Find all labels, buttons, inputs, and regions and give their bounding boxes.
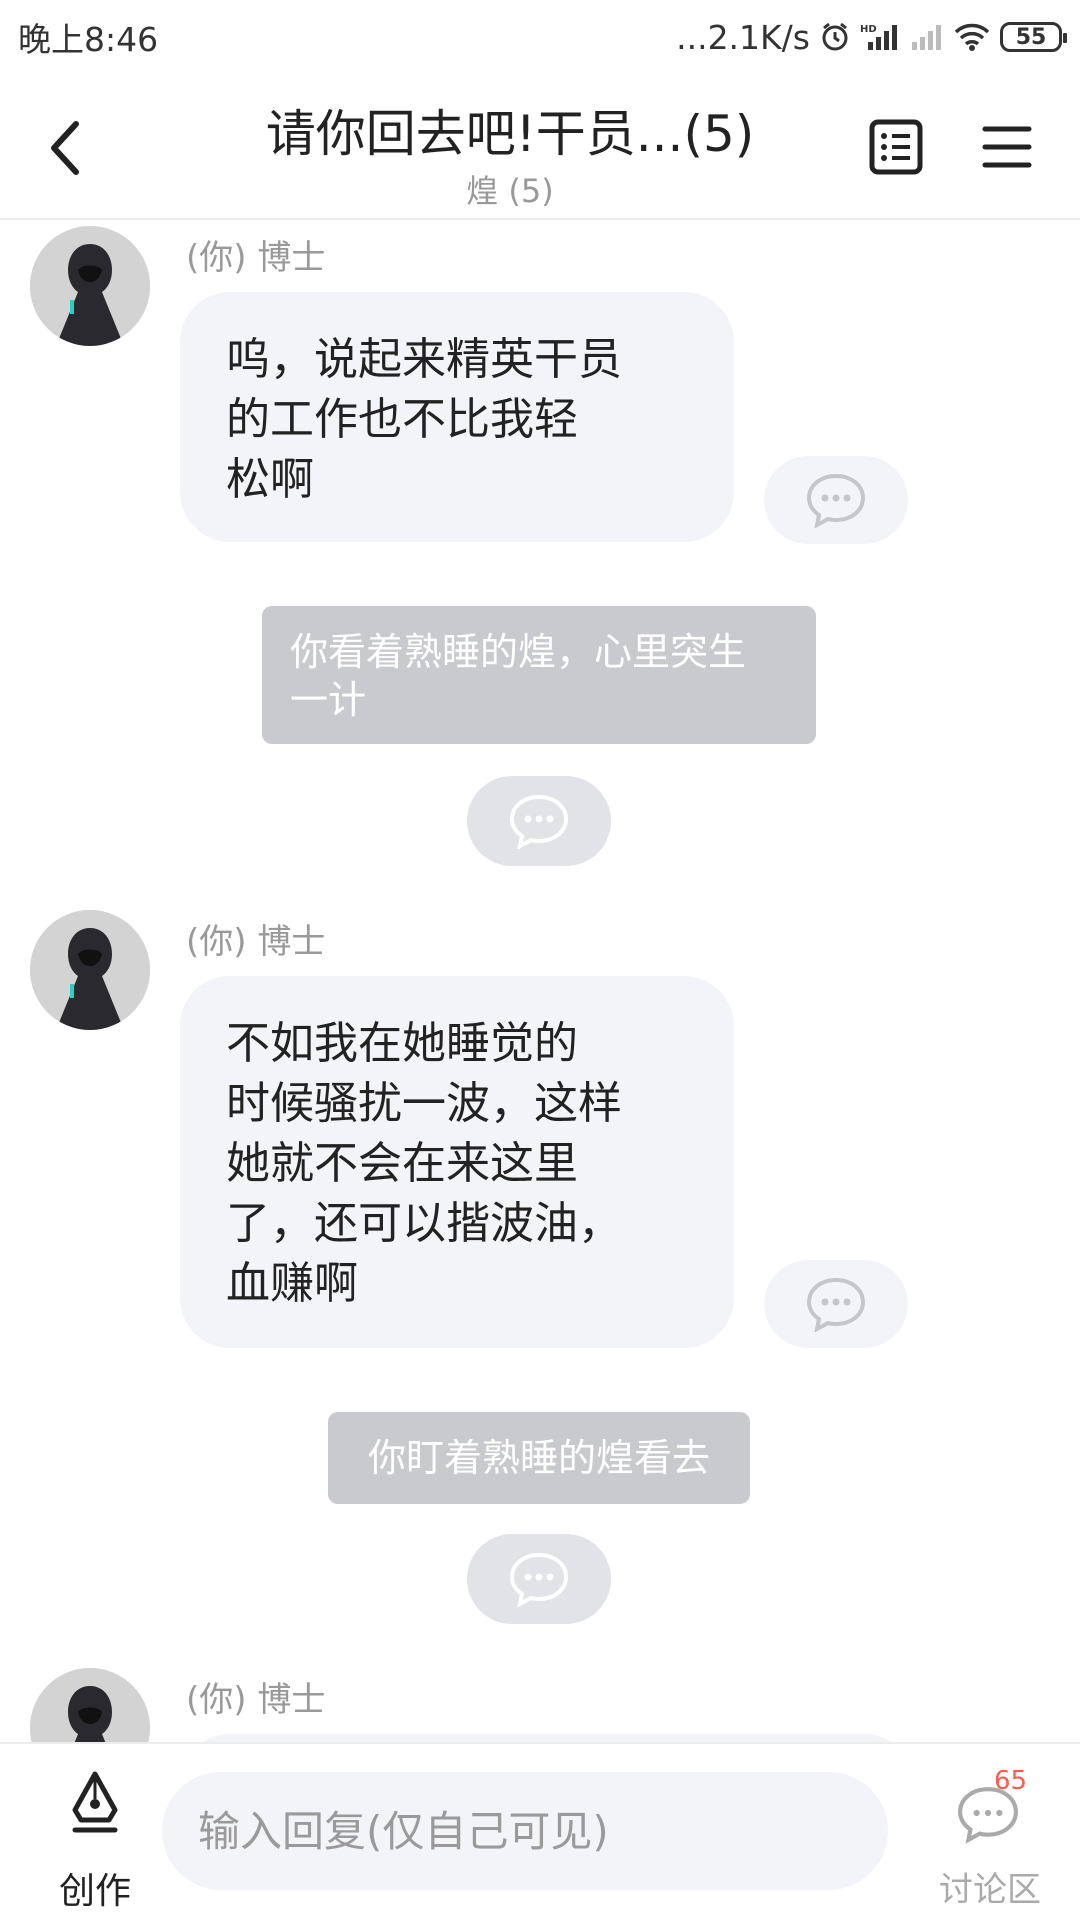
menu-button[interactable]	[982, 124, 1032, 170]
narration-comment-button[interactable]	[467, 1534, 611, 1624]
comment-icon	[806, 473, 866, 528]
signal-weak-icon	[910, 22, 944, 52]
message-bubble[interactable]: 不如我在她睡觉的 时候骚扰一波，这样 她就不会在来这里 了，还可以揩波油， 血赚…	[180, 976, 734, 1348]
discussion-button[interactable]: 65 讨论区	[920, 1760, 1060, 1910]
pen-nib-icon	[72, 1771, 118, 1833]
narration-comment-button[interactable]	[467, 776, 611, 866]
sender-name: (你) 博士	[186, 238, 326, 278]
list-button[interactable]	[868, 118, 924, 176]
avatar[interactable]	[30, 1668, 150, 1742]
list-icon	[869, 119, 923, 175]
menu-icon	[982, 126, 1032, 168]
narration-box[interactable]: 你看着熟睡的煌，心里突生 一计	[262, 606, 816, 744]
page-subtitle: 煌 (5)	[466, 172, 554, 210]
sender-name: (你) 博士	[186, 922, 326, 962]
sender-name: (你) 博士	[186, 1680, 326, 1720]
discussion-label: 讨论区	[939, 1870, 1041, 1910]
svg-text:HD: HD	[860, 24, 877, 35]
avatar[interactable]	[30, 226, 150, 346]
hd-signal-icon: HD	[860, 22, 900, 52]
status-time: 晚上8:46	[18, 20, 159, 59]
comment-icon	[806, 1277, 866, 1332]
back-button[interactable]	[42, 118, 92, 178]
create-button[interactable]: 创作	[40, 1764, 150, 1912]
discussion-count-badge: 65	[994, 1766, 1028, 1796]
comment-button[interactable]	[764, 456, 908, 544]
avatar[interactable]	[30, 910, 150, 1030]
narration-box[interactable]: 你盯着熟睡的煌看去	[328, 1412, 750, 1504]
status-bar: 晚上8:46 ...2.1K/s HD 55	[0, 0, 1080, 74]
page-title: 请你回去吧!干员...(5)	[265, 105, 755, 163]
alarm-icon	[820, 22, 850, 52]
comment-icon	[509, 794, 569, 849]
network-speed: ...2.1K/s	[676, 17, 810, 57]
message-bubble[interactable]	[180, 1734, 914, 1742]
comment-icon	[509, 1552, 569, 1607]
message-feed[interactable]: (你) 博士 呜，说起来精英干员 的工作也不比我轻 松啊 你看着熟睡的煌，心里突…	[0, 220, 1080, 1742]
bottom-bar: 创作 65 讨论区	[0, 1742, 1080, 1920]
back-arrow-icon	[51, 121, 79, 175]
message-bubble[interactable]: 呜，说起来精英干员 的工作也不比我轻 松啊	[180, 292, 734, 542]
comment-button[interactable]	[764, 1260, 908, 1348]
battery-icon: 55	[1000, 22, 1067, 52]
create-label: 创作	[58, 1871, 131, 1912]
wifi-icon	[954, 22, 990, 52]
status-icons: ...2.1K/s HD 55	[676, 17, 1067, 57]
chat-header: 请你回去吧!干员...(5) 煌 (5)	[0, 74, 1080, 220]
reply-input[interactable]	[162, 1772, 888, 1890]
